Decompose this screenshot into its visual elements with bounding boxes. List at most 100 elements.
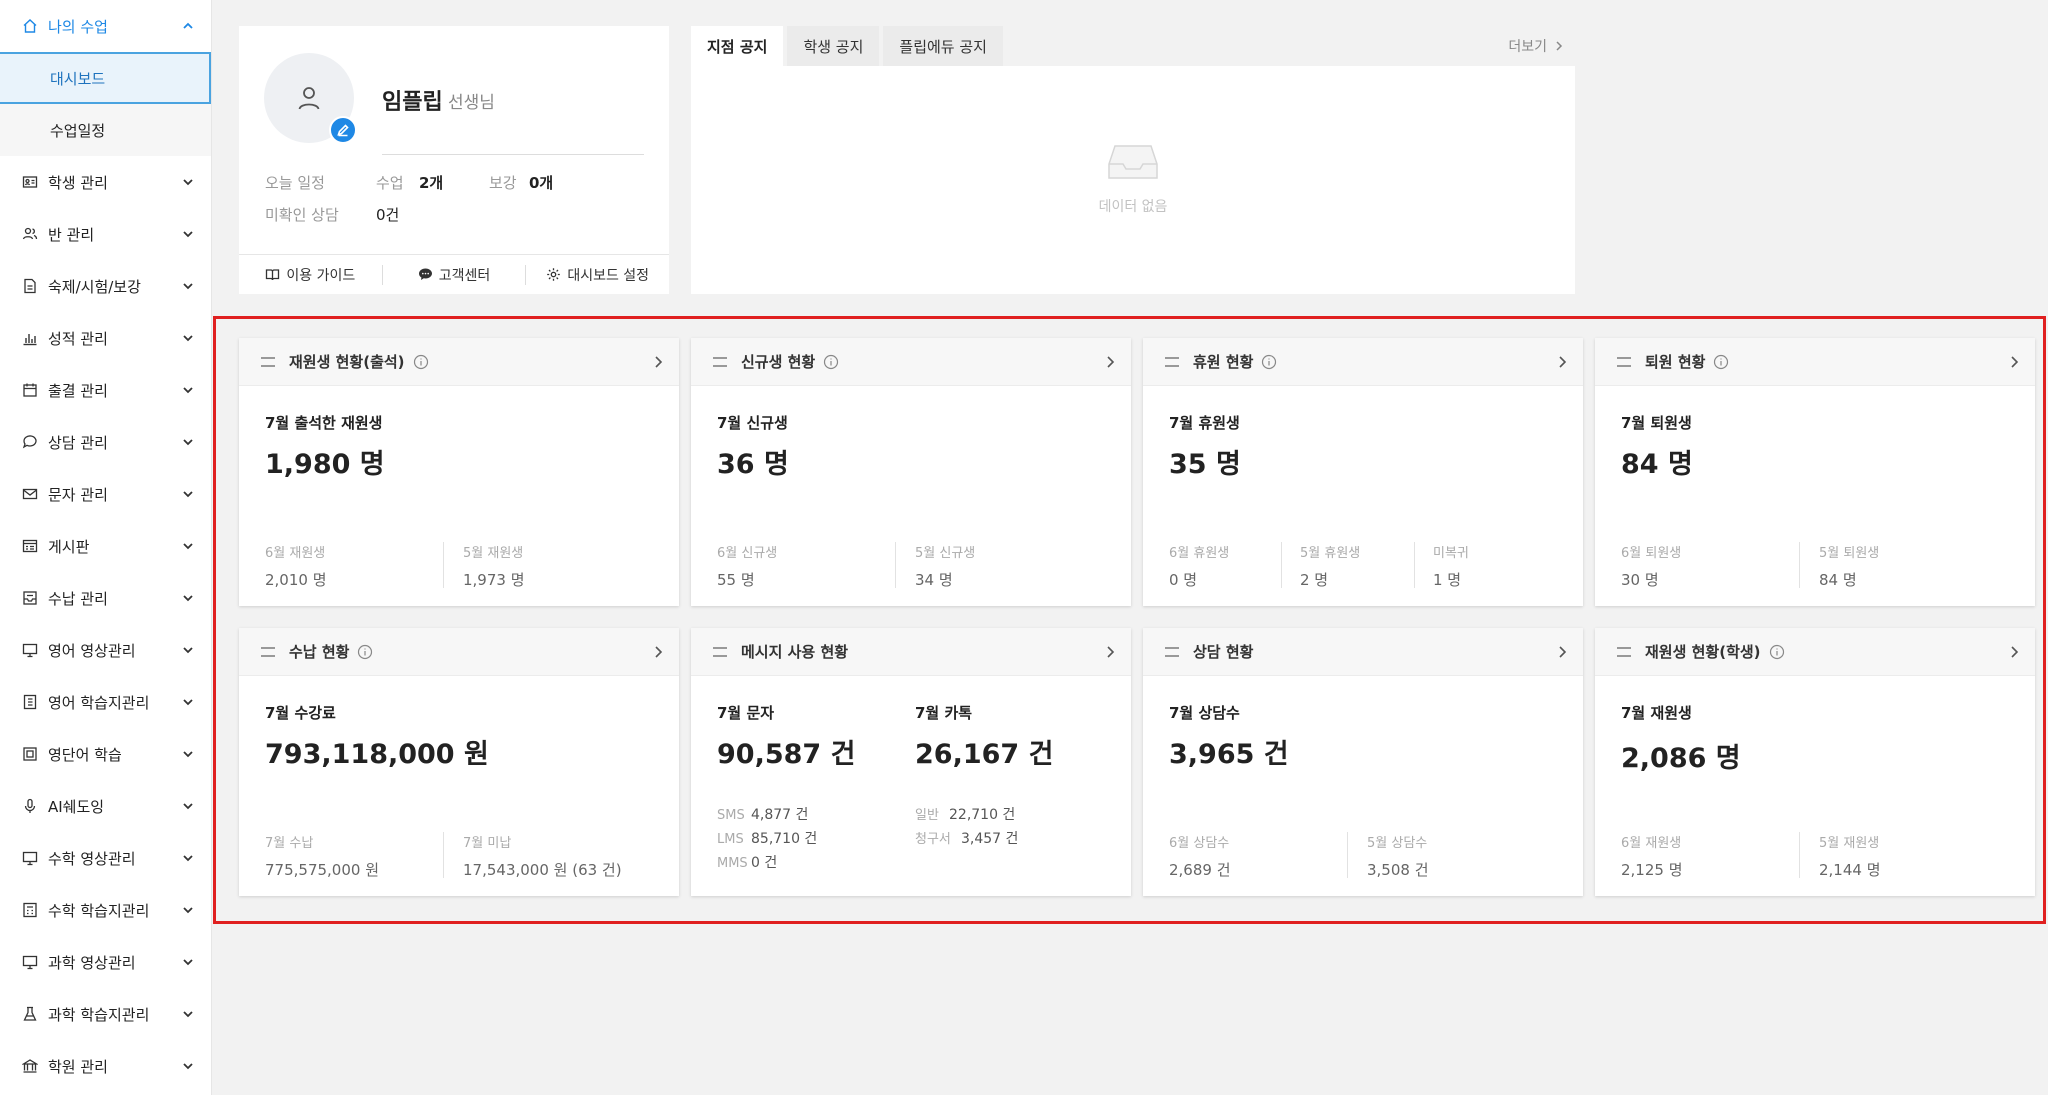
sub-divider <box>1799 832 1800 878</box>
drag-handle-icon[interactable] <box>713 646 727 657</box>
sidebar-item-my-class[interactable]: 나의 수업 <box>0 0 211 52</box>
sidebar-item-science-workbook[interactable]: 과학 학습지관리 <box>0 988 211 1040</box>
drag-handle-icon[interactable] <box>261 356 275 367</box>
info-icon[interactable] <box>1261 354 1277 370</box>
sidebar-item-math-workbook[interactable]: 수학 학습지관리 <box>0 884 211 936</box>
sidebar-item-class-management[interactable]: 반 관리 <box>0 208 211 260</box>
chevron-down-icon[interactable] <box>181 955 195 969</box>
chevron-down-icon[interactable] <box>181 1007 195 1021</box>
sub-metric: 5월 신규생 34 명 <box>915 546 976 589</box>
metric-value-kakao: 26,167 건 <box>915 739 1054 770</box>
sidebar-item-academy-management[interactable]: 학원 관리 <box>0 1040 211 1092</box>
chevron-down-icon[interactable] <box>181 279 195 293</box>
chevron-down-icon[interactable] <box>181 331 195 345</box>
info-icon[interactable] <box>357 644 373 660</box>
sidebar-item-vocabulary[interactable]: 영단어 학습 <box>0 728 211 780</box>
chevron-down-icon[interactable] <box>181 799 195 813</box>
chat-bubble-icon <box>418 268 432 280</box>
chevron-down-icon[interactable] <box>181 487 195 501</box>
info-icon[interactable] <box>823 354 839 370</box>
mail-icon <box>22 486 38 502</box>
chevron-down-icon[interactable] <box>181 591 195 605</box>
chevron-right-icon[interactable] <box>1103 645 1117 659</box>
dashboard-settings-button[interactable]: 대시보드 설정 <box>526 265 669 285</box>
chevron-down-icon[interactable] <box>181 1059 195 1073</box>
chevron-right-icon[interactable] <box>1555 645 1569 659</box>
class-count-label: 수업 <box>376 174 404 192</box>
sub-metric: 7월 수납 775,575,000 원 <box>265 836 379 879</box>
tab-branch-notice[interactable]: 지점 공지 <box>691 26 784 66</box>
chevron-down-icon[interactable] <box>181 539 195 553</box>
stat-card-leave-of-absence: 휴원 현황 7월 휴원생 35 명 6월 휴원생 0 명 5월 휴원생 2 명 … <box>1143 338 1583 606</box>
building-icon <box>22 1058 38 1074</box>
info-icon[interactable] <box>1769 644 1785 660</box>
info-icon[interactable] <box>413 354 429 370</box>
notice-tabs: 지점 공지 학생 공지 플립에듀 공지 <box>691 26 1007 66</box>
sidebar: 나의 수업 대시보드 수업일정 학생 관리 반 관리 숙제/시험/보강 성적 관… <box>0 0 212 1095</box>
stat-card-enrolled-attendance: 재원생 현황(출석) 7월 출석한 재원생 1,980 명 6월 재원생 2,0… <box>239 338 679 606</box>
chevron-right-icon[interactable] <box>1103 355 1117 369</box>
bar-chart-icon <box>22 330 38 346</box>
sidebar-item-student-management[interactable]: 학생 관리 <box>0 156 211 208</box>
drag-handle-icon[interactable] <box>261 646 275 657</box>
metric-label: 7월 문자 <box>717 704 775 722</box>
metric-value: 793,118,000 원 <box>265 739 489 770</box>
workbook-icon <box>22 694 38 710</box>
chevron-down-icon[interactable] <box>181 695 195 709</box>
tab-student-notice[interactable]: 학생 공지 <box>787 26 880 66</box>
chevron-right-icon[interactable] <box>651 355 665 369</box>
tab-flipedu-notice[interactable]: 플립에듀 공지 <box>883 26 1003 66</box>
kakao-invoice-count: 청구서 3,457 건 <box>915 831 1019 847</box>
drag-handle-icon[interactable] <box>1617 646 1631 657</box>
chevron-down-icon[interactable] <box>181 383 195 397</box>
more-link[interactable]: 더보기 <box>1508 36 1565 56</box>
sub-metric: 7월 미납 17,543,000 원 (63 건) <box>463 836 622 879</box>
chevron-right-icon[interactable] <box>2007 645 2021 659</box>
chevron-down-icon[interactable] <box>181 851 195 865</box>
sidebar-item-science-video[interactable]: 과학 영상관리 <box>0 936 211 988</box>
sub-metric: 미복귀 1 명 <box>1433 546 1469 589</box>
sidebar-item-message-management[interactable]: 문자 관리 <box>0 468 211 520</box>
info-icon[interactable] <box>1713 354 1729 370</box>
chevron-right-icon[interactable] <box>1555 355 1569 369</box>
chevron-down-icon[interactable] <box>181 903 195 917</box>
gear-icon <box>547 268 561 281</box>
drag-handle-icon[interactable] <box>1165 646 1179 657</box>
stat-card-message-usage: 메시지 사용 현황 7월 문자 90,587 건 7월 카톡 26,167 건 … <box>691 628 1131 896</box>
stat-card-withdrawal: 퇴원 현황 7월 퇴원생 84 명 6월 퇴원생 30 명 5월 퇴원생 84 … <box>1595 338 2035 606</box>
chevron-up-icon[interactable] <box>181 19 195 33</box>
sub-metric: 6월 신규생 55 명 <box>717 546 778 589</box>
sub-divider <box>1799 542 1800 588</box>
chevron-down-icon[interactable] <box>181 643 195 657</box>
drag-handle-icon[interactable] <box>1165 356 1179 367</box>
user-guide-button[interactable]: 이용 가이드 <box>239 265 382 285</box>
drag-handle-icon[interactable] <box>713 356 727 367</box>
card-body: 7월 문자 90,587 건 7월 카톡 26,167 건 SMS 4,877 건… <box>691 676 1131 896</box>
sidebar-subitem-dashboard[interactable]: 대시보드 <box>0 52 211 104</box>
customer-center-button[interactable]: 고객센터 <box>383 265 526 285</box>
chevron-down-icon[interactable] <box>181 227 195 241</box>
sidebar-item-ai-shadowing[interactable]: AI쉐도잉 <box>0 780 211 832</box>
metric-label: 7월 휴원생 <box>1169 414 1240 432</box>
sidebar-item-attendance-management[interactable]: 출결 관리 <box>0 364 211 416</box>
sidebar-item-english-workbook[interactable]: 영어 학습지관리 <box>0 676 211 728</box>
metric-value: 84 명 <box>1621 449 1693 480</box>
sidebar-subitem-class-schedule[interactable]: 수업일정 <box>0 104 211 156</box>
sidebar-item-homework-exam[interactable]: 숙제/시험/보강 <box>0 260 211 312</box>
pencil-icon <box>337 124 349 137</box>
drag-handle-icon[interactable] <box>1617 356 1631 367</box>
chevron-right-icon[interactable] <box>651 645 665 659</box>
sidebar-item-grade-management[interactable]: 성적 관리 <box>0 312 211 364</box>
sidebar-item-english-video[interactable]: 영어 영상관리 <box>0 624 211 676</box>
sidebar-item-board[interactable]: 게시판 <box>0 520 211 572</box>
sidebar-item-payment-management[interactable]: 수납 관리 <box>0 572 211 624</box>
chevron-right-icon[interactable] <box>2007 355 2021 369</box>
sidebar-item-math-video[interactable]: 수학 영상관리 <box>0 832 211 884</box>
chevron-down-icon[interactable] <box>181 747 195 761</box>
chevron-down-icon[interactable] <box>181 175 195 189</box>
edit-avatar-button[interactable] <box>329 116 357 144</box>
chevron-down-icon[interactable] <box>181 435 195 449</box>
makeup-count-value: 0개 <box>529 174 554 192</box>
sidebar-item-consult-management[interactable]: 상담 관리 <box>0 416 211 468</box>
stat-card-payment: 수납 현황 7월 수강료 793,118,000 원 7월 수납 775,575… <box>239 628 679 896</box>
